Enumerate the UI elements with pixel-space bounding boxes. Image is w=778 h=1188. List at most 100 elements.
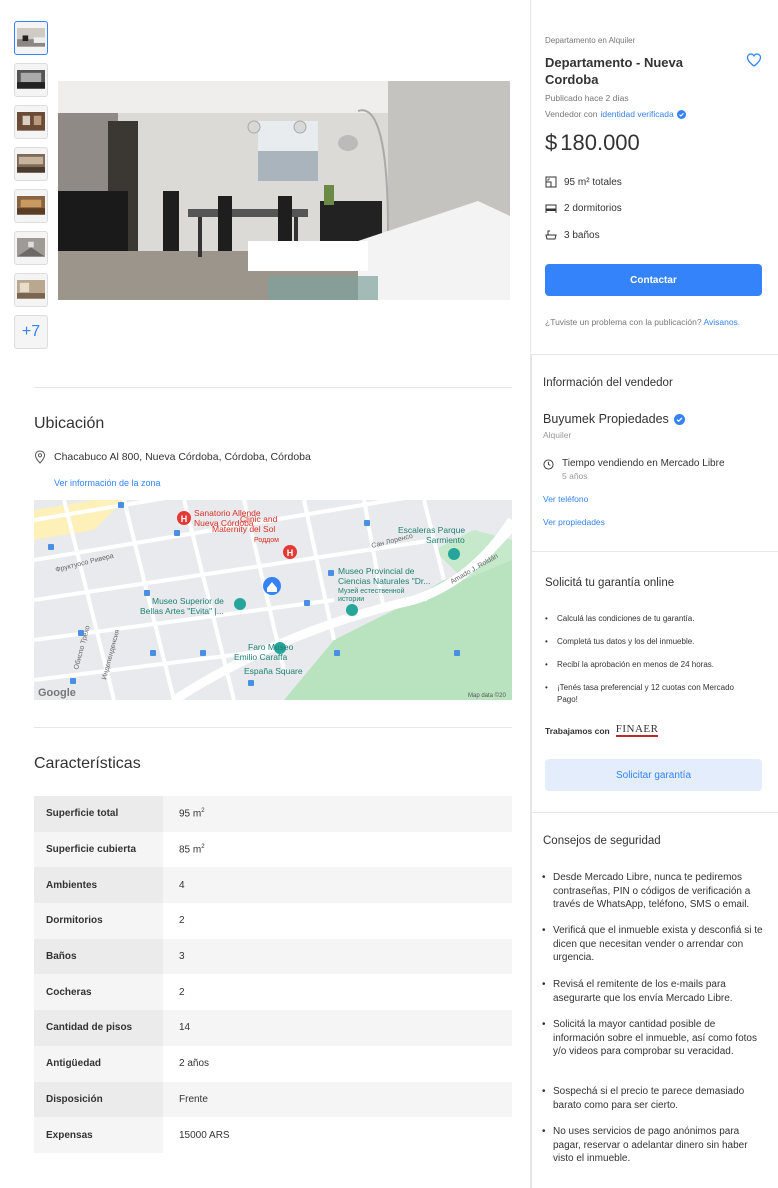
thumbnail-5[interactable] [14,189,48,223]
vendor-prefix: Vendedor con [545,109,598,119]
feature-value: 2 años [163,1045,512,1082]
address-text: Chacabuco Al 800, Nueva Córdoba, Córdoba… [54,451,311,463]
view-properties-link[interactable]: Ver propiedades [543,517,605,527]
verified-check-icon [676,109,686,119]
finaer-logo: FINAER [615,723,659,737]
partner-label: Trabajamos con [545,725,610,736]
feature-value-text: 3 [179,951,185,963]
feature-row: Expensas 15000 ARS [34,1117,512,1153]
selling-time-value: 5 años [562,471,588,481]
thumbnail-7[interactable] [14,273,48,307]
divider [34,727,512,728]
report-problem: ¿Tuviste un problema con la publicación?… [545,317,740,327]
price-amount: 180.000 [560,130,640,155]
feature-key: Cantidad de pisos [34,1010,163,1046]
feature-value: 2 [163,974,512,1011]
more-photos-label: +7 [21,323,41,340]
svg-text:H: H [181,514,188,524]
svg-text:H: H [287,548,294,558]
svg-text:Sarmiento: Sarmiento [426,535,465,545]
thumbnail-3[interactable] [14,105,48,139]
svg-text:Роддом: Роддом [254,537,279,544]
view-phone-link[interactable]: Ver teléfono [543,494,588,504]
svg-text:Museo Superior de: Museo Superior de [152,596,224,606]
svg-text:истории: истории [338,596,364,603]
verified-check-icon [673,413,685,425]
feature-unit-sup: 2 [201,808,205,815]
favorite-heart-icon[interactable] [746,52,762,68]
request-guarantee-button[interactable]: Solicitar garantía [545,759,762,791]
guarantee-bullet: ¡Tenés tasa preferencial y 12 cuotas con… [545,682,755,706]
svg-text:España Square: España Square [244,666,303,676]
feature-key: Dormitorios [34,903,163,939]
safety-tip: Solicitá la mayor cantidad posible de in… [542,1018,765,1059]
surface-icon [545,176,557,188]
safety-tip: Sospechá si el precio te parece demasiad… [542,1085,765,1112]
feature-value-text: 14 [179,1022,191,1034]
attr-bedrooms-text: 2 dormitorios [564,202,622,214]
report-problem-text: ¿Tuviste un problema con la publicación? [545,317,702,327]
thumbnail-image [17,154,45,173]
verified-identity-link[interactable]: identidad verificada [600,109,673,119]
zone-info-link[interactable]: Ver información de la zona [54,478,161,488]
thumbnail-1[interactable] [14,21,48,55]
attr-bedrooms: 2 dormitorios [545,202,622,214]
feature-row: Antigüedad 2 años [34,1045,512,1082]
svg-text:Ciencias Naturales "Dr...: Ciencias Naturales "Dr... [338,576,430,586]
feature-key: Ambientes [34,867,163,904]
address-row: Chacabuco Al 800, Nueva Córdoba, Córdoba… [34,450,311,464]
partner-row: Trabajamos con FINAER [545,723,659,737]
feature-row: Dormitorios 2 [34,903,512,939]
attr-baths-text: 3 baños [564,229,600,241]
feature-key: Disposición [34,1081,163,1118]
main-photo[interactable] [58,81,510,300]
feature-value-text: 95 m [179,808,202,820]
thumbnail-image [17,196,45,215]
guarantee-bullet: Recibí la aprobación en menos de 24 hora… [545,659,755,671]
svg-text:Музей естественной: Музей естественной [338,587,405,595]
divider [34,387,512,388]
feature-value: 15000 ARS [163,1117,512,1153]
vendor-verified: Vendedor con identidad verificada [545,109,686,119]
thumbnail-6[interactable] [14,231,48,265]
report-problem-link[interactable]: Avisanos. [703,317,740,327]
price: $180.000 [545,130,640,156]
feature-value-text: 15000 ARS [179,1129,230,1141]
guarantee-bullet: Calculá las condiciones de tu garantía. [545,613,755,625]
contact-button[interactable]: Contactar [545,264,762,296]
feature-value: 14 [163,1010,512,1046]
bathtub-icon [545,230,557,240]
feature-row: Cantidad de pisos 14 [34,1010,512,1046]
thumbnail-image [17,280,45,299]
attr-baths: 3 baños [545,229,600,241]
selling-time-label: Tiempo vendiendo en Mercado Libre [562,458,725,469]
feature-key: Superficie cubierta [34,831,163,868]
feature-row: Ambientes 4 [34,867,512,904]
selling-time: Tiempo vendiendo en Mercado Libre 5 años [543,458,725,481]
safety-tip: Revisá el remitente de los e-mails para … [542,978,765,1005]
thumbnail-list: +7 [14,21,48,357]
location-map[interactable]: H H Sanatorio Allende Nueva Córdoba Clin… [34,500,512,700]
feature-key: Superficie total [34,796,163,832]
feature-value-text: 4 [179,879,185,891]
feature-value-text: 2 años [179,1058,210,1070]
bed-icon [545,204,557,213]
guarantee-bullet: Completá tus datos y los del inmueble. [545,636,755,648]
svg-text:Map data ©20: Map data ©20 [468,692,506,699]
thumbnail-2[interactable] [14,63,48,97]
location-title: Ubicación [34,415,105,432]
feature-unit-sup: 2 [201,843,205,850]
listing-condition: Departamento en Alquiler [545,36,636,45]
feature-value: Frente [163,1081,512,1118]
price-currency: $ [545,130,558,155]
seller-type: Alquiler [543,430,572,440]
more-photos-button[interactable]: +7 [14,315,48,349]
thumbnail-4[interactable] [14,147,48,181]
guarantee-card-title: Solicitá tu garantía online [545,577,675,589]
seller-name-text: Buyumek Propiedades [543,412,669,426]
living-room-photo [58,81,510,300]
safety-tip: No uses servicios de pago anónimos para … [542,1125,765,1166]
thumbnail-image [17,28,45,47]
svg-text:Bellas Artes "Evita" |...: Bellas Artes "Evita" |... [140,606,224,616]
thumbnail-image [17,238,45,257]
